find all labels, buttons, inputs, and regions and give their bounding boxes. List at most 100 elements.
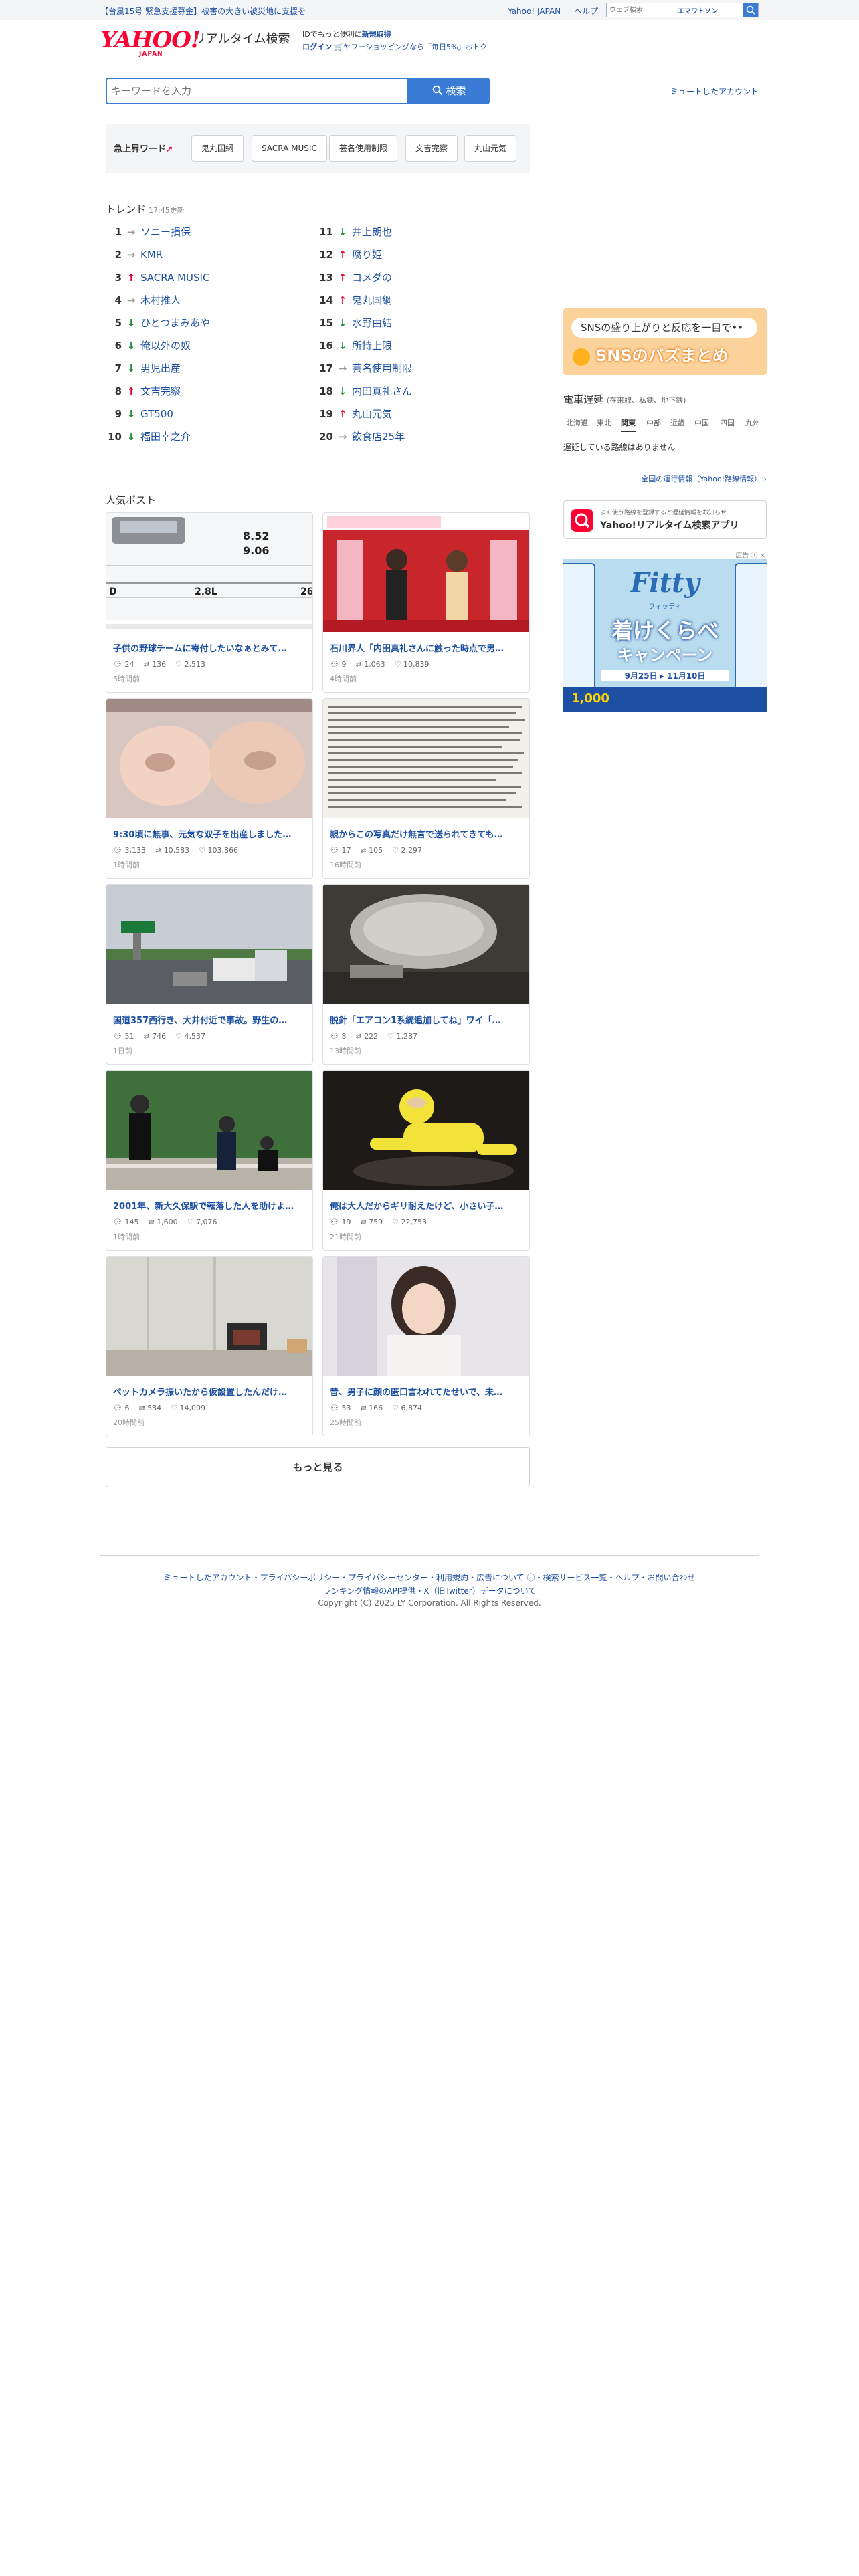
post-image[interactable] (323, 1257, 529, 1376)
post-card[interactable]: 俺は大人だからギリ耐えたけど、小さい子… 💬︎ 19 ⇄ 759 ♡ 22,753 21… (322, 1070, 530, 1251)
post-image[interactable]: 8.52 9.06 D 2.8L 26 (106, 513, 312, 632)
like-count[interactable]: ♡ 22,753 (392, 1218, 427, 1226)
post-card[interactable]: 昔、男子に顔の匿口言われてたせいで、未… 💬︎ 53 ⇄ 166 ♡ 6,874 25時… (322, 1256, 530, 1436)
trend-item[interactable]: 16 ↓ 所持上限 (317, 336, 518, 356)
trend-item[interactable]: 20 → 飲食店25年 (317, 427, 518, 447)
trend-item[interactable]: 12 ↑ 腐り姫 (317, 245, 518, 265)
post-text[interactable]: ペットカメラ振いたから仮設置したんだけ… (113, 1385, 307, 1398)
post-text[interactable]: 昔、男子に顔の匿口言われてたせいで、未… (330, 1385, 524, 1398)
trend-word[interactable]: 水野由結 (352, 313, 392, 333)
trend-item[interactable]: 14 ↑ 鬼丸国綱 (317, 290, 518, 310)
reply-count[interactable]: 💬︎ 24 (113, 660, 134, 669)
repost-count[interactable]: ⇄ 222 (355, 1032, 378, 1041)
trend-word[interactable]: ひとつまみあや (140, 313, 210, 333)
trend-word[interactable]: 腐り姫 (352, 245, 382, 265)
like-count[interactable]: ♡ 10,839 (395, 660, 430, 669)
trend-word[interactable]: 丸山元気 (352, 404, 392, 424)
reply-count[interactable]: 💬︎ 9 (330, 660, 346, 669)
post-text[interactable]: 石川界人「内田真礼さんに触った時点で男… (330, 641, 524, 654)
post-card[interactable]: 国道357西行き、大井付近で事故。野生の… 💬︎ 51 ⇄ 746 ♡ 4,537 1日… (106, 884, 313, 1065)
web-search-button[interactable] (743, 3, 758, 17)
post-text[interactable]: 9:30頃に無事、元気な双子を出産しました… (113, 827, 307, 840)
post-image[interactable] (323, 699, 529, 818)
notice-link[interactable]: 【台風15号 緊急支援募金】被害の大きい被災地に支援を (100, 5, 306, 17)
trend-word[interactable]: 飲食店25年 (352, 427, 405, 447)
repost-count[interactable]: ⇄ 105 (360, 846, 383, 855)
trend-item[interactable]: 15 ↓ 水野由結 (317, 313, 518, 333)
tab-tohoku[interactable]: 東北 (597, 417, 611, 428)
tab-shikoku[interactable]: 四国 (720, 417, 735, 428)
trend-item[interactable]: 7 ↓ 男児出産 (106, 358, 306, 379)
trend-item[interactable]: 9 ↓ GT500 (106, 404, 306, 424)
like-count[interactable]: ♡ 103,866 (199, 846, 238, 855)
post-card[interactable]: 親からこの写真だけ無言で送られてきても… 💬︎ 17 ⇄ 105 ♡ 2,297 16時… (322, 698, 530, 879)
login-link[interactable]: ログイン (302, 43, 332, 51)
trend-item[interactable]: 4 → 木村推人 (106, 290, 306, 310)
web-search-input[interactable] (607, 3, 676, 17)
trend-word[interactable]: 木村推人 (140, 290, 181, 310)
post-image[interactable] (323, 885, 529, 1004)
post-text[interactable]: 俺は大人だからギリ耐えたけど、小さい子… (330, 1199, 524, 1212)
like-count[interactable]: ♡ 2,513 (175, 660, 205, 669)
footer-links-secondary[interactable]: ランキング情報のAPI提供・X（旧Twitter）データについて (0, 1585, 859, 1596)
post-image[interactable] (106, 699, 312, 818)
search-input[interactable] (106, 78, 408, 104)
repost-count[interactable]: ⇄ 10,583 (155, 846, 189, 855)
like-count[interactable]: ♡ 7,076 (187, 1218, 217, 1226)
like-count[interactable]: ♡ 2,297 (392, 846, 422, 855)
ad-banner[interactable]: Fitty フィッティ 着けくらべ キャンペーン 9月25日 ▸ 11月10日 … (563, 559, 767, 712)
reply-count[interactable]: 💬︎ 3,133 (113, 846, 146, 855)
like-count[interactable]: ♡ 14,009 (171, 1404, 205, 1412)
trend-item[interactable]: 2 → KMR (106, 245, 306, 265)
tab-chubu[interactable]: 中部 (646, 417, 661, 428)
post-image[interactable] (323, 513, 529, 632)
search-button[interactable]: 検索 (408, 78, 490, 104)
like-count[interactable]: ♡ 4,537 (175, 1032, 205, 1041)
repost-count[interactable]: ⇄ 1,063 (355, 660, 385, 669)
reply-count[interactable]: 💬︎ 17 (330, 846, 351, 855)
post-card[interactable]: 石川界人「内田真礼さんに触った時点で男… 💬︎ 9 ⇄ 1,063 ♡ 10,839 4… (322, 512, 530, 693)
trend-word[interactable]: 鬼丸国綱 (352, 290, 392, 310)
surge-chip[interactable]: 丸山元気 (464, 135, 517, 162)
footer-links[interactable]: ミュートしたアカウント・プライバシーポリシー・プライバシーセンター・利用規約・広… (0, 1572, 859, 1583)
trend-word[interactable]: 内田真礼さん (352, 381, 412, 401)
post-card[interactable]: 2001年、新大久保駅で転落した人を助けよ… 💬︎ 145 ⇄ 1,600 ♡ 7,0… (106, 1070, 313, 1251)
service-name[interactable]: リアルタイム検索 (194, 29, 290, 47)
yahoo-japan-link[interactable]: Yahoo! JAPAN (508, 7, 561, 16)
post-image[interactable] (106, 885, 312, 1004)
reply-count[interactable]: 💬︎ 51 (113, 1032, 134, 1041)
like-count[interactable]: ♡ 6,874 (392, 1404, 422, 1412)
post-text[interactable]: 2001年、新大久保駅で転落した人を助けよ… (113, 1199, 307, 1212)
surge-chip[interactable]: 鬼丸国綱 (191, 135, 244, 162)
repost-count[interactable]: ⇄ 136 (143, 660, 166, 669)
trend-word[interactable]: KMR (140, 245, 163, 265)
trend-item[interactable]: 13 ↑ コメダの (317, 267, 518, 288)
surge-chip[interactable]: SACRA MUSIC (252, 135, 327, 162)
surge-chip[interactable]: 文吉完察 (405, 135, 458, 162)
trend-word[interactable]: ソニー損保 (140, 222, 191, 242)
post-card[interactable]: 脱針「エアコン1系統追加してね」ワイ「… 💬︎ 8 ⇄ 222 ♡ 1,287 13時間… (322, 884, 530, 1065)
repost-count[interactable]: ⇄ 534 (138, 1404, 161, 1412)
post-card[interactable]: 8.52 9.06 D 2.8L 26 子供の野球チームに寄付したいなぁとみて… 💬︎ 24… (106, 512, 313, 693)
trend-item[interactable]: 3 ↑ SACRA MUSIC (106, 267, 306, 288)
help-link[interactable]: ヘルプ (574, 7, 598, 16)
trend-word[interactable]: コメダの (352, 267, 392, 288)
trend-item[interactable]: 5 ↓ ひとつまみあや (106, 313, 306, 333)
reply-count[interactable]: 💬︎ 145 (113, 1218, 138, 1226)
trend-word[interactable]: 所持上限 (352, 336, 392, 356)
trend-word[interactable]: 男児出産 (140, 358, 181, 379)
post-text[interactable]: 国道357西行き、大井付近で事故。野生の… (113, 1013, 307, 1026)
surge-chip[interactable]: 芸名使用制限 (329, 135, 398, 162)
shopping-promo-link[interactable]: ヤフーショッピングなら「毎日5%」おトク (343, 43, 487, 51)
trend-item[interactable]: 10 ↓ 福田幸之介 (106, 427, 306, 447)
trend-word[interactable]: 福田幸之介 (140, 427, 191, 447)
tab-kyushu[interactable]: 九州 (745, 417, 760, 428)
repost-count[interactable]: ⇄ 1,600 (148, 1218, 177, 1226)
trend-item[interactable]: 19 ↑ 丸山元気 (317, 404, 518, 424)
post-image[interactable] (106, 1257, 312, 1376)
trend-word[interactable]: 俺以外の奴 (140, 336, 191, 356)
trend-item[interactable]: 18 ↓ 内田真礼さん (317, 381, 518, 401)
post-card[interactable]: 9:30頃に無事、元気な双子を出産しました… 💬︎ 3,133 ⇄ 10,583 ♡ … (106, 698, 313, 879)
post-card[interactable]: ペットカメラ振いたから仮設置したんだけ… 💬︎ 6 ⇄ 534 ♡ 14,009 20時… (106, 1256, 313, 1436)
more-button[interactable]: もっと見る (106, 1447, 530, 1487)
